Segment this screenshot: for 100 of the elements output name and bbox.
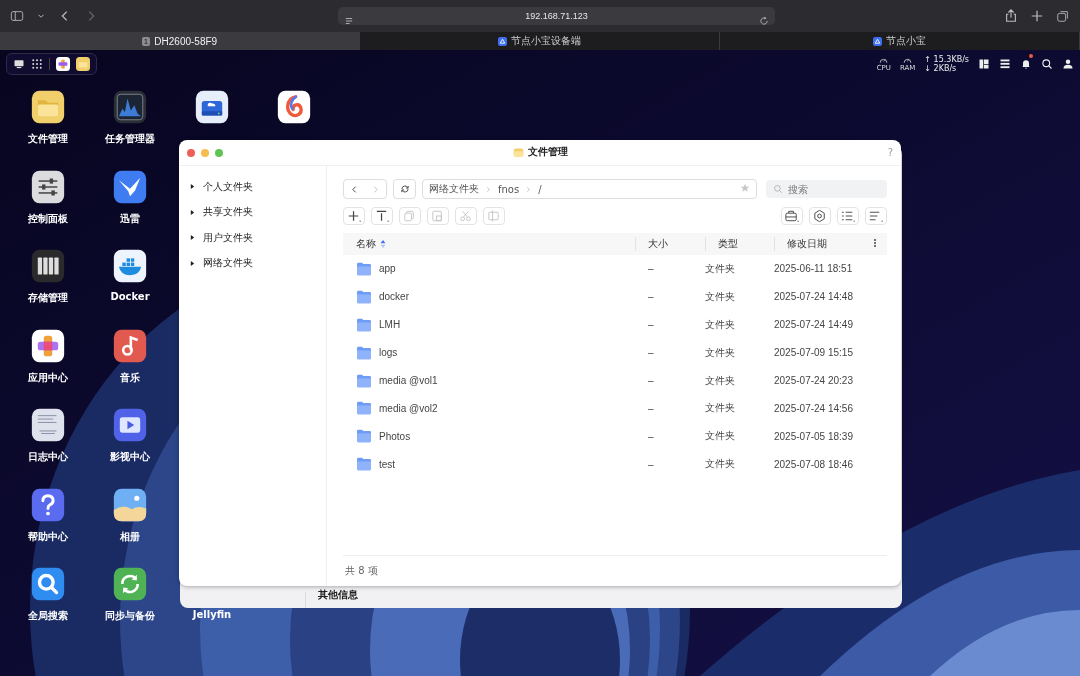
cpu-gauge-icon[interactable] (878, 56, 890, 65)
search-field[interactable]: 搜索 (766, 180, 887, 198)
app-label[interactable]: 存储管理 (28, 291, 68, 305)
file-name[interactable]: logs (379, 347, 398, 359)
table-cell-text: 文件夹 (705, 373, 736, 388)
column-header[interactable]: 大小 (648, 237, 668, 251)
toolbox-icon (784, 208, 800, 224)
app-label[interactable]: 文件管理 (28, 132, 68, 146)
path-bar[interactable]: 网络文件夹 fnos / (422, 179, 757, 199)
sidebar-icon[interactable] (10, 9, 24, 23)
folder-icon (356, 401, 372, 416)
sidebar-item[interactable]: 网络文件夹 (179, 250, 326, 276)
tab-number-badge: 1 (141, 36, 151, 46)
app-label[interactable]: 日志中心 (28, 450, 68, 464)
address-bar[interactable]: 192.168.71.123 (338, 7, 775, 25)
table-cell-text: 文件夹 (705, 457, 736, 472)
toolbar-button[interactable] (371, 207, 393, 225)
app-grid-icon[interactable] (31, 58, 43, 70)
table-cell-text: 2025-07-09 15:15 (774, 347, 854, 359)
app-label[interactable]: 音乐 (120, 370, 140, 385)
table-cell-text: – (647, 263, 655, 275)
file-name[interactable]: Photos (379, 430, 411, 442)
app-label[interactable]: Docker (110, 291, 150, 302)
column-header[interactable]: 类型 (718, 237, 738, 251)
app-label[interactable]: 迅雷 (120, 211, 140, 226)
settings-icon (812, 208, 828, 224)
app-label[interactable]: 应用中心 (28, 370, 68, 385)
table-cell-text: 2025-07-24 14:48 (774, 291, 854, 303)
breadcrumb-item[interactable]: / (538, 183, 542, 195)
column-header[interactable]: 修改日期 (787, 237, 827, 251)
reload-icon[interactable] (759, 16, 769, 26)
file-name[interactable]: media @vol2 (379, 402, 438, 414)
toolbar-button[interactable] (781, 207, 803, 225)
folder-app-icon (512, 146, 524, 158)
folder-icon (356, 289, 372, 304)
folder-shortcut-icon[interactable] (76, 57, 90, 71)
ram-gauge-icon[interactable] (902, 56, 914, 65)
table-cell-text: – (647, 291, 655, 303)
tab-overview-icon[interactable] (1056, 9, 1070, 23)
app-label[interactable]: 相册 (120, 529, 140, 544)
user-icon[interactable] (1062, 58, 1074, 70)
sidebar-item[interactable]: 用户文件夹 (179, 225, 326, 251)
chevron-icon (525, 185, 533, 193)
app-label[interactable]: 影视中心 (110, 450, 150, 464)
table-cell-text: – (647, 402, 655, 414)
app-label[interactable]: 控制面板 (28, 211, 68, 226)
app-label[interactable]: 全局搜索 (28, 609, 68, 623)
file-name[interactable]: media @vol1 (379, 375, 438, 386)
table-cell-text: 2025-07-24 14:49 (774, 319, 854, 331)
sort-icon (380, 240, 386, 248)
table-cell-text: – (647, 375, 655, 386)
file-name[interactable]: app (379, 263, 396, 275)
star-icon (740, 183, 750, 193)
table-cell-text: 文件夹 (705, 289, 736, 304)
rename-icon (486, 208, 502, 224)
table-cell-text: 2025-07-05 18:39 (774, 430, 854, 442)
notification-bell-icon[interactable] (1020, 57, 1032, 70)
breadcrumb-item[interactable]: 网络文件夹 (429, 182, 479, 196)
folder-icon (356, 261, 372, 276)
desktop-icon[interactable] (13, 58, 25, 70)
layout-icon[interactable] (978, 58, 990, 70)
browser-tab[interactable]: 1 DH2600-58F9 (0, 32, 360, 50)
sidebar-item[interactable]: 共享文件夹 (179, 199, 326, 225)
upload-icon (374, 208, 390, 224)
app-label[interactable]: 任务管理器 (105, 132, 155, 146)
table-cell-text: 2025-07-24 20:23 (774, 375, 854, 386)
apps-shortcut-icon[interactable] (56, 57, 70, 71)
close-button[interactable] (187, 148, 195, 157)
table-cell-text: 2025-07-08 18:46 (774, 458, 854, 470)
file-name[interactable]: LMH (379, 319, 401, 331)
new-tab-icon[interactable] (1030, 9, 1044, 23)
item-count: 共 8 项 (345, 564, 378, 578)
download-speed: ↓ 2KB/s (924, 64, 958, 73)
app-logo-icon (873, 36, 882, 46)
table-cell-text: 文件夹 (705, 401, 736, 416)
table-cell-text: 文件夹 (705, 429, 736, 444)
file-name[interactable]: docker (379, 291, 409, 303)
table-cell-text: – (647, 430, 655, 442)
app-label[interactable]: 同步与备份 (105, 609, 155, 623)
app-label[interactable]: Jellyfin (192, 609, 232, 620)
plus-icon (346, 208, 362, 224)
scissors-icon (458, 208, 474, 224)
table-cell-text: 文件夹 (705, 261, 736, 276)
app-label[interactable]: 帮助中心 (28, 529, 68, 544)
file-name[interactable]: test (379, 458, 396, 470)
sidebar-item[interactable]: 个人文件夹 (179, 174, 326, 200)
folder-icon (356, 429, 372, 444)
toolbar-button[interactable] (343, 207, 365, 225)
breadcrumb-item[interactable]: fnos (498, 183, 520, 195)
upload-speed: ↑ 15.3KB/s (924, 55, 969, 64)
page-icon[interactable] (344, 16, 354, 26)
more-icon (871, 238, 879, 248)
table-cell-text: – (647, 347, 655, 359)
toolbar-button[interactable] (809, 207, 831, 225)
list-icon[interactable] (999, 58, 1011, 70)
share-icon[interactable] (1004, 9, 1018, 23)
folder-icon (356, 373, 372, 388)
back-icon (350, 184, 359, 194)
search-icon[interactable] (1041, 58, 1053, 70)
column-header[interactable]: 名称 (356, 237, 376, 251)
